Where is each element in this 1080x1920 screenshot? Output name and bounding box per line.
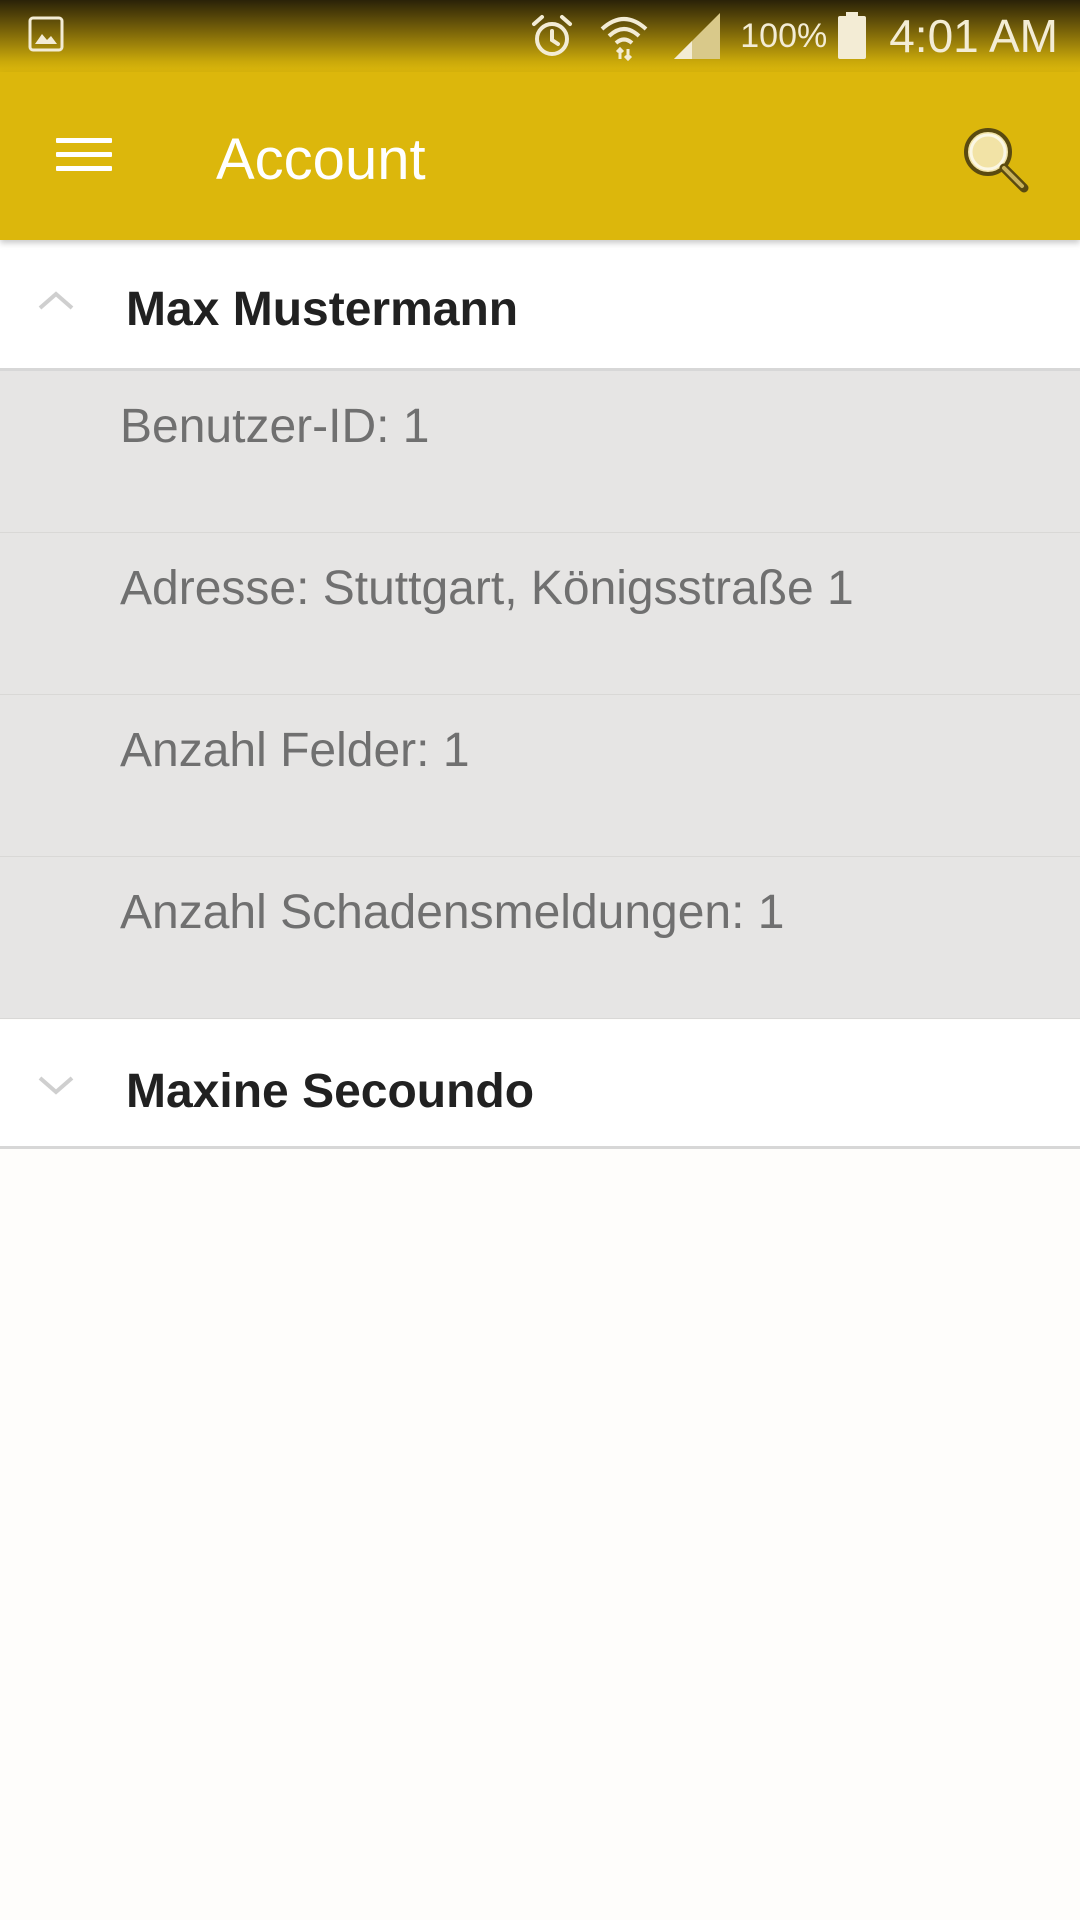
account-name: Maxine Secoundo [126,1065,535,1118]
account-detail-row: Benutzer-ID: 1 [0,371,1080,533]
battery-percentage: 100% [740,16,828,55]
account-group-header[interactable]: Maxine Secoundo [0,1020,1080,1148]
account-name: Max Mustermann [126,283,519,336]
signal-icon [672,11,722,61]
search-icon[interactable] [956,120,1032,196]
fields-count-text: Anzahl Felder: 1 [120,724,470,777]
gallery-icon [28,16,64,52]
chevron-down-icon [34,1072,78,1098]
app-bar: Account [0,72,1080,240]
page-title: Account [216,127,426,192]
account-detail-row: Adresse: Stuttgart, Königsstraße 1 [0,533,1080,695]
menu-icon[interactable] [56,132,112,176]
wifi-icon [598,11,650,61]
user-id-text: Benutzer-ID: 1 [120,400,430,453]
address-text: Adresse: Stuttgart, Königsstraße 1 [120,562,854,615]
divider [0,1146,1080,1149]
battery-icon [837,12,867,60]
chevron-up-icon [34,288,78,314]
clock: 4:01 AM [889,10,1058,62]
status-bar: 100% 4:01 AM [0,0,1080,72]
damage-reports-count-text: Anzahl Schadensmeldungen: 1 [120,886,785,939]
alarm-icon [528,12,576,60]
account-detail-row: Anzahl Felder: 1 [0,695,1080,857]
account-group-header[interactable]: Max Mustermann [0,240,1080,368]
account-detail-row: Anzahl Schadensmeldungen: 1 [0,857,1080,1019]
